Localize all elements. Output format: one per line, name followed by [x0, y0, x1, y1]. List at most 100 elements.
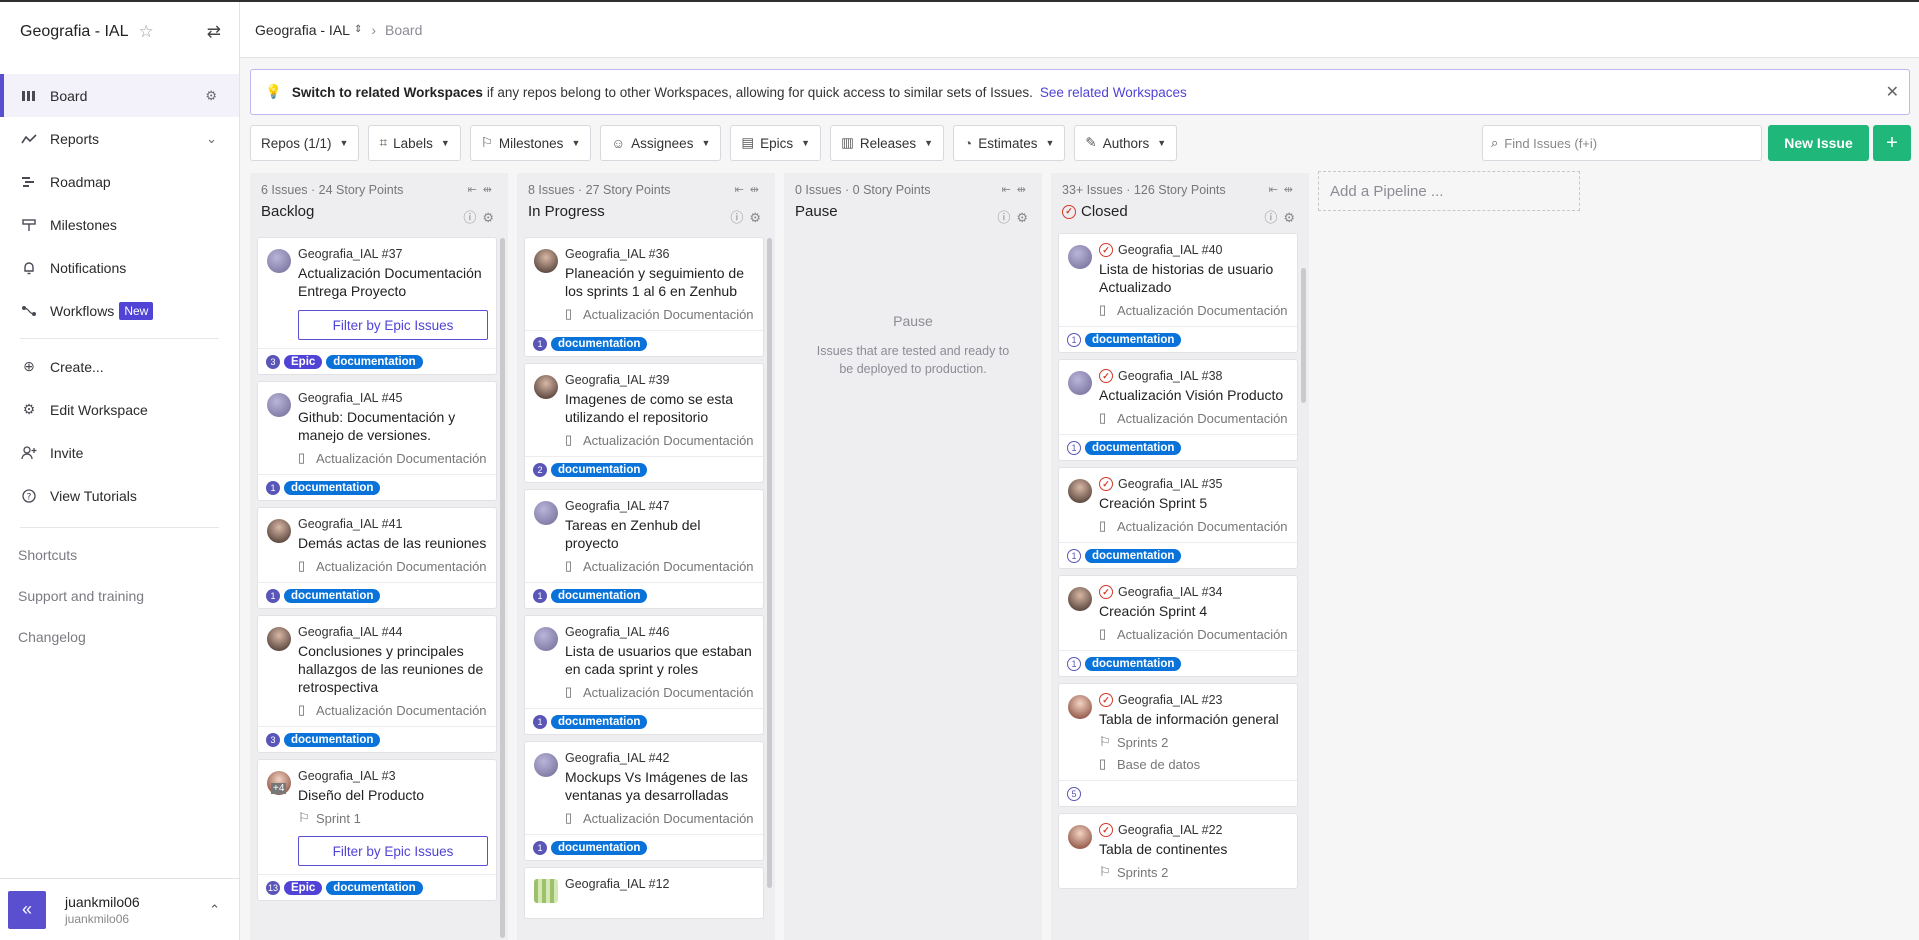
- close-icon[interactable]: ✕: [1886, 82, 1899, 102]
- estimate-badge: 1: [533, 336, 547, 351]
- sidebar-item-notifications[interactable]: Notifications: [0, 246, 239, 289]
- support-link[interactable]: Support and training: [0, 575, 239, 616]
- issue-card[interactable]: ✓ Geografia_IAL #35 Creación Sprint 5 ▯ Ac…: [1058, 467, 1298, 569]
- switch-workspace-icon[interactable]: ⇄: [207, 22, 221, 42]
- issue-card[interactable]: Geografia_IAL #41 Demás actas de las reu…: [257, 507, 497, 609]
- issue-card[interactable]: ✓ Geografia_IAL #34 Creación Sprint 4 ▯ Ac…: [1058, 575, 1298, 677]
- pipeline-settings-icon[interactable]: ⓘ⚙: [1264, 207, 1301, 226]
- estimates-filter[interactable]: ◔ Estimates ▼: [953, 125, 1066, 161]
- label-documentation[interactable]: documentation: [1085, 332, 1182, 347]
- plus-circle-icon: ⊕: [23, 358, 35, 374]
- assignees-label: Assignees: [631, 135, 694, 151]
- label-documentation[interactable]: documentation: [551, 840, 648, 855]
- chevron-down-icon[interactable]: ⌄: [206, 131, 217, 147]
- avatar: [267, 393, 291, 417]
- workspace-title[interactable]: Geografia - IAL: [20, 23, 129, 41]
- edit-workspace-item[interactable]: ⚙ Edit Workspace: [0, 388, 239, 431]
- issue-card[interactable]: Geografia_IAL #45 Github: Documentación …: [257, 381, 497, 501]
- sidebar-item-roadmap[interactable]: Roadmap: [0, 160, 239, 203]
- scrollbar[interactable]: [767, 238, 772, 888]
- gear-icon[interactable]: ⚙: [205, 88, 217, 104]
- user-info[interactable]: juankmilo06 juankmilo06: [65, 894, 140, 926]
- label-documentation[interactable]: documentation: [326, 880, 423, 895]
- see-related-link[interactable]: See related Workspaces: [1040, 85, 1187, 100]
- collapse-pipeline-icon[interactable]: ⇤⇹: [735, 183, 765, 196]
- pipeline-settings-icon[interactable]: ⓘ⚙: [463, 207, 500, 226]
- updown-icon[interactable]: ⇕: [354, 24, 362, 35]
- epics-filter[interactable]: ▤ Epics ▼: [730, 125, 822, 161]
- issue-card[interactable]: Geografia_IAL #36 Planeación y seguimien…: [524, 237, 764, 357]
- tutorials-item[interactable]: ? View Tutorials: [0, 474, 239, 517]
- collapse-sidebar-button[interactable]: «: [8, 890, 46, 929]
- releases-filter[interactable]: ▥ Releases ▼: [830, 125, 945, 161]
- label-documentation[interactable]: documentation: [1085, 656, 1182, 671]
- add-pipeline-button[interactable]: Add a Pipeline ...: [1318, 171, 1580, 211]
- pipeline-settings-icon[interactable]: ⓘ⚙: [730, 207, 767, 226]
- sidebar-item-milestones[interactable]: Milestones: [0, 203, 239, 246]
- svg-text:?: ?: [27, 492, 32, 502]
- collapse-pipeline-icon[interactable]: ⇤⇹: [1269, 183, 1299, 196]
- labels-filter[interactable]: ⌗ Labels ▼: [368, 125, 461, 161]
- issue-card[interactable]: Geografia_IAL #39 Imagenes de como se es…: [524, 363, 764, 483]
- chevron-up-icon[interactable]: ⌃: [209, 902, 220, 918]
- label-documentation[interactable]: documentation: [551, 462, 648, 477]
- label-documentation[interactable]: documentation: [284, 732, 381, 747]
- issue-card[interactable]: Geografia_IAL #46 Lista de usuarios que …: [524, 615, 764, 735]
- label-documentation[interactable]: documentation: [551, 336, 648, 351]
- reports-icon: [20, 130, 38, 148]
- issue-card[interactable]: ✓ Geografia_IAL #22 Tabla de continentes …: [1058, 813, 1298, 889]
- star-icon[interactable]: ☆: [139, 22, 154, 42]
- label-documentation[interactable]: documentation: [1085, 440, 1182, 455]
- issue-card[interactable]: Geografia_IAL #42 Mockups Vs Imágenes de…: [524, 741, 764, 861]
- scrollbar[interactable]: [1301, 268, 1306, 403]
- milestones-filter[interactable]: ⚐ Milestones ▼: [469, 125, 592, 161]
- issue-repo: Geografia_IAL #34: [1118, 585, 1223, 599]
- sidebar-item-workflows[interactable]: Workflows New: [0, 289, 239, 332]
- estimate-badge: 3: [266, 354, 280, 369]
- board-icon: [20, 87, 38, 105]
- sidebar-item-reports[interactable]: Reports ⌄: [0, 117, 239, 160]
- label-documentation[interactable]: documentation: [284, 588, 381, 603]
- collapse-pipeline-icon[interactable]: ⇤⇹: [468, 183, 498, 196]
- issue-card[interactable]: ✓ Geografia_IAL #23 Tabla de información …: [1058, 683, 1298, 807]
- search-input[interactable]: ⌕ Find Issues (f+i): [1482, 125, 1762, 161]
- add-user-icon: [20, 444, 38, 462]
- pipeline-settings-icon[interactable]: ⓘ⚙: [997, 207, 1034, 226]
- estimate-badge: 2: [533, 462, 547, 477]
- create-item[interactable]: ⊕ Create...: [0, 345, 239, 388]
- issue-card[interactable]: Geografia_IAL #12: [524, 867, 764, 919]
- collapse-pipeline-icon[interactable]: ⇤⇹: [1002, 183, 1032, 196]
- breadcrumb-workspace[interactable]: Geografia - IAL: [255, 22, 350, 38]
- changelog-link[interactable]: Changelog: [0, 616, 239, 657]
- label-documentation[interactable]: documentation: [326, 354, 423, 369]
- issue-milestone: Sprint 1: [316, 810, 361, 826]
- issue-epic: Actualización Documentación Ent...: [316, 702, 488, 718]
- invite-item[interactable]: Invite: [0, 431, 239, 474]
- filter-epic-button[interactable]: Filter by Epic Issues: [298, 836, 488, 866]
- issue-card[interactable]: Geografia_IAL #47 Tareas en Zenhub del p…: [524, 489, 764, 609]
- authors-filter[interactable]: ✎ Authors ▼: [1074, 125, 1178, 161]
- scrollbar[interactable]: [500, 238, 505, 938]
- pipeline-name: Closed: [1081, 203, 1128, 220]
- repos-filter[interactable]: Repos (1/1) ▼: [250, 125, 360, 161]
- label-documentation[interactable]: documentation: [551, 714, 648, 729]
- divider: [20, 338, 219, 339]
- label-documentation[interactable]: documentation: [1085, 548, 1182, 563]
- issue-card[interactable]: +4 Geografia_IAL #3 Diseño del Producto …: [257, 759, 497, 901]
- new-issue-button[interactable]: New Issue: [1768, 125, 1869, 161]
- filter-epic-button[interactable]: Filter by Epic Issues: [298, 310, 488, 340]
- label-epic[interactable]: Epic: [284, 354, 323, 369]
- assignees-filter[interactable]: ☺ Assignees ▼: [600, 125, 722, 161]
- label-epic[interactable]: Epic: [284, 880, 323, 895]
- label-documentation[interactable]: documentation: [551, 588, 648, 603]
- issue-card[interactable]: ✓ Geografia_IAL #40 Lista de historias de…: [1058, 233, 1298, 353]
- issue-card[interactable]: Geografia_IAL #44 Conclusiones y princip…: [257, 615, 497, 753]
- shortcuts-link[interactable]: Shortcuts: [0, 534, 239, 575]
- label-documentation[interactable]: documentation: [284, 480, 381, 495]
- issue-card[interactable]: Geografia_IAL #37 Actualización Document…: [257, 237, 497, 375]
- chevron-down-icon: ▼: [924, 138, 934, 148]
- closed-icon: ✓: [1099, 585, 1113, 599]
- add-button[interactable]: +: [1873, 125, 1911, 161]
- sidebar-item-board[interactable]: Board ⚙: [0, 74, 239, 117]
- issue-card[interactable]: ✓ Geografia_IAL #38 Actualización Visión …: [1058, 359, 1298, 461]
